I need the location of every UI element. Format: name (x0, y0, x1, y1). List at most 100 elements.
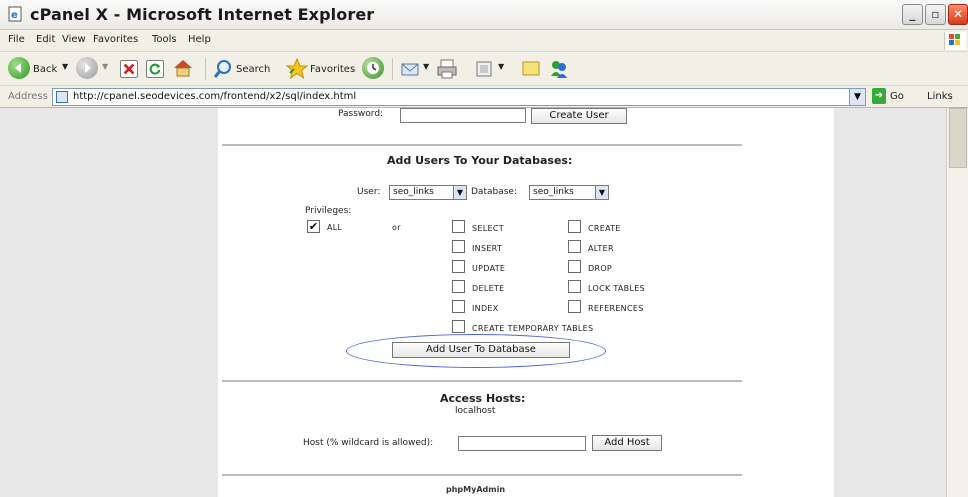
references-privilege-label: REFERENCES (588, 304, 644, 313)
references-privilege-checkbox[interactable] (568, 300, 581, 313)
windows-logo-icon (944, 32, 966, 50)
title-bar: e cPanel X - Microsoft Internet Explorer… (0, 0, 968, 30)
create-privilege-label: CREATE (588, 224, 621, 233)
address-label: Address (8, 91, 48, 102)
localhost-entry: localhost (455, 406, 496, 416)
toolbar-separator (392, 58, 393, 80)
go-arrow-icon[interactable]: ➜ (872, 88, 886, 104)
page-content: Password: Create User Add Users To Your … (0, 108, 968, 497)
left-gutter (0, 108, 218, 497)
messenger-icon[interactable] (548, 58, 570, 80)
address-url[interactable]: http://cpanel.seodevices.com/frontend/x2… (73, 91, 356, 102)
menu-bar: File Edit View Favorites Tools Help (0, 30, 968, 52)
window-title: cPanel X - Microsoft Internet Explorer (30, 5, 375, 24)
menu-tools[interactable]: Tools (152, 34, 177, 45)
delete-privilege-checkbox[interactable] (452, 280, 465, 293)
address-dropdown-icon[interactable]: ▼ (849, 89, 865, 105)
create-temp-tables-label: CREATE TEMPORARY TABLES (472, 324, 594, 333)
user-select-value: seo_links (393, 187, 434, 197)
host-input[interactable] (458, 436, 586, 451)
menu-favorites[interactable]: Favorites (93, 34, 138, 45)
page-icon (56, 91, 68, 103)
database-select-value: seo_links (533, 187, 574, 197)
lock-tables-privilege-label: LOCK TABLES (588, 284, 645, 293)
close-window-button[interactable]: ✕ (948, 4, 968, 25)
update-privilege-label: UPDATE (472, 264, 506, 273)
index-privilege-checkbox[interactable] (452, 300, 465, 313)
menu-help[interactable]: Help (188, 34, 211, 45)
drop-privilege-label: DROP (588, 264, 613, 273)
favorites-button-label[interactable]: Favorites (310, 64, 355, 75)
history-icon[interactable] (362, 57, 384, 79)
user-select[interactable]: seo_links ▼ (389, 185, 467, 200)
menu-view[interactable]: View (62, 34, 86, 45)
chevron-down-icon[interactable]: ▼ (595, 186, 608, 199)
section-divider (222, 380, 742, 382)
create-privilege-checkbox[interactable] (568, 220, 581, 233)
insert-privilege-label: INSERT (472, 244, 503, 253)
chevron-down-icon[interactable]: ▼ (453, 186, 466, 199)
print-icon[interactable] (436, 58, 458, 80)
edit-page-icon[interactable] (474, 59, 494, 79)
address-bar: Address http://cpanel.seodevices.com/fro… (0, 86, 968, 108)
forward-arrow-icon[interactable] (76, 57, 98, 79)
minimize-button[interactable]: _ (902, 4, 923, 25)
edit-dropdown-icon[interactable]: ▼ (498, 62, 504, 71)
select-privilege-checkbox[interactable] (452, 220, 465, 233)
search-button-label[interactable]: Search (236, 64, 270, 75)
add-user-to-database-button[interactable]: Add User To Database (392, 342, 570, 358)
password-field[interactable] (400, 108, 526, 123)
forward-dropdown-icon[interactable]: ▼ (102, 62, 108, 71)
index-privilege-label: INDEX (472, 304, 499, 313)
alter-privilege-label: ALTER (588, 244, 614, 253)
back-dropdown-icon[interactable]: ▼ (62, 62, 68, 71)
section-divider (222, 474, 742, 476)
drop-privilege-checkbox[interactable] (568, 260, 581, 273)
add-host-button[interactable]: Add Host (592, 435, 662, 451)
phpmyadmin-link[interactable]: phpMyAdmin (446, 485, 505, 494)
all-privileges-label: ALL (327, 223, 343, 232)
create-user-button[interactable]: Create User (531, 108, 627, 124)
section-divider (222, 144, 742, 146)
toolbar-separator (205, 58, 206, 80)
toolbar: Back ▼ ▼ Search Favorites ▼ ▼ (0, 52, 968, 86)
search-icon[interactable] (212, 58, 234, 80)
add-users-heading: Add Users To Your Databases: (387, 154, 573, 167)
favorites-star-icon[interactable] (285, 57, 309, 81)
address-input[interactable]: http://cpanel.seodevices.com/frontend/x2… (52, 88, 866, 106)
lock-tables-privilege-checkbox[interactable] (568, 280, 581, 293)
refresh-icon[interactable] (146, 60, 164, 78)
alter-privilege-checkbox[interactable] (568, 240, 581, 253)
user-label: User: (357, 187, 381, 197)
go-button-label[interactable]: Go (890, 91, 904, 102)
scrollbar-thumb[interactable] (949, 108, 967, 168)
home-icon[interactable] (172, 58, 194, 78)
menu-edit[interactable]: Edit (36, 34, 55, 45)
links-label[interactable]: Links (927, 91, 953, 102)
menu-file[interactable]: File (8, 34, 25, 45)
svg-text:e: e (11, 10, 18, 21)
back-arrow-icon[interactable] (8, 57, 30, 79)
all-privileges-checkbox[interactable]: ✔ (307, 220, 320, 233)
right-gutter (834, 108, 946, 497)
ie-page-icon: e (8, 6, 22, 22)
discuss-icon[interactable] (520, 58, 542, 80)
mail-dropdown-icon[interactable]: ▼ (423, 62, 429, 71)
insert-privilege-checkbox[interactable] (452, 240, 465, 253)
update-privilege-checkbox[interactable] (452, 260, 465, 273)
vertical-scrollbar[interactable] (946, 108, 968, 497)
host-label: Host (% wildcard is allowed): (303, 438, 434, 448)
delete-privilege-label: DELETE (472, 284, 505, 293)
stop-icon[interactable] (120, 60, 138, 78)
access-hosts-heading: Access Hosts: (440, 392, 526, 405)
privileges-label: Privileges: (305, 206, 352, 216)
select-privilege-label: SELECT (472, 224, 504, 233)
mail-icon[interactable] (400, 59, 422, 79)
database-label: Database: (471, 187, 517, 197)
or-label: or (392, 223, 401, 232)
database-select[interactable]: seo_links ▼ (529, 185, 609, 200)
create-temp-tables-checkbox[interactable] (452, 320, 465, 333)
back-button-label[interactable]: Back (33, 64, 57, 75)
maximize-button[interactable]: ▫ (925, 4, 946, 25)
password-label: Password: (338, 109, 384, 119)
